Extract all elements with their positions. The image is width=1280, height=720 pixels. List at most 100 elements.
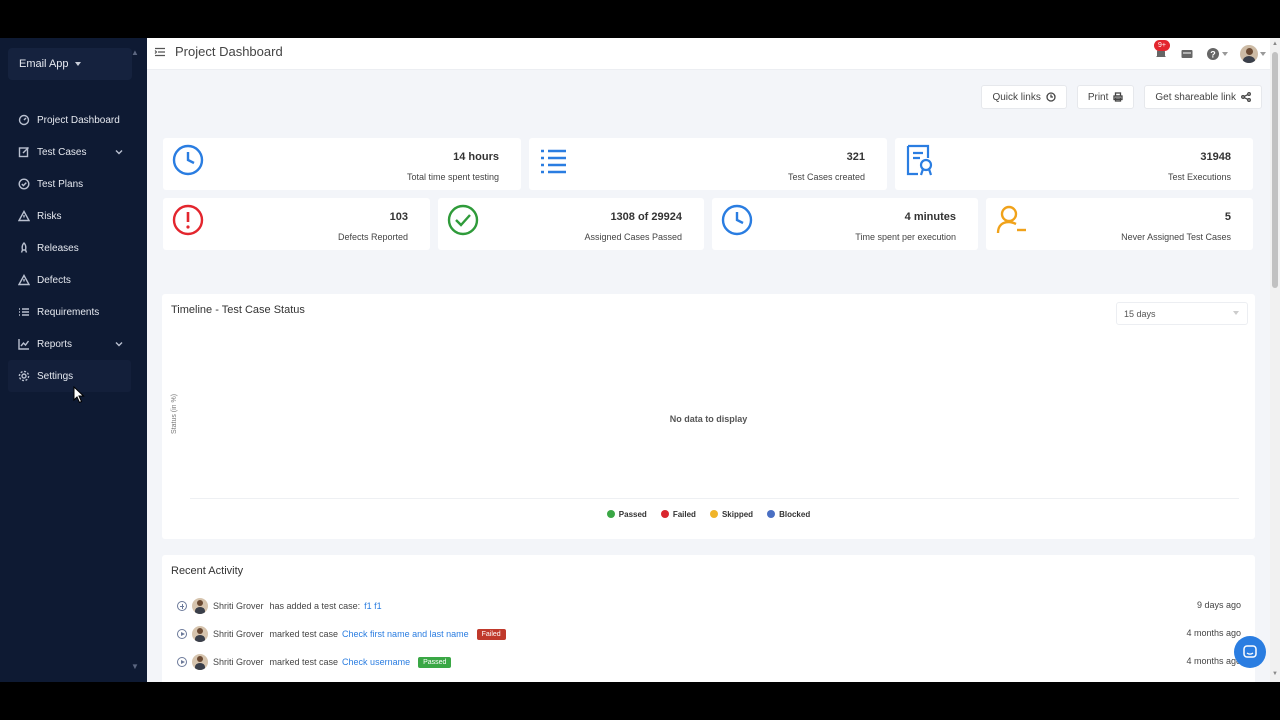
warning-icon [18, 210, 30, 222]
sidebar-item-test-cases[interactable]: Test Cases [0, 136, 147, 168]
chevron-down-icon [1233, 311, 1239, 315]
rocket-icon [20, 242, 28, 253]
share-link-label: Get shareable link [1155, 91, 1236, 103]
range-select[interactable]: 15 days [1116, 302, 1248, 325]
legend-label: Failed [672, 510, 696, 519]
sidebar-item-requirements[interactable]: Requirements [0, 296, 147, 328]
stat-card-executions: 31948 Test Executions [895, 138, 1253, 190]
stat-label: Defects Reported [337, 232, 408, 242]
stat-value: 103 [389, 211, 408, 223]
legend-item-skipped[interactable]: Skipped [709, 510, 754, 519]
stat-value: 5 [1224, 211, 1231, 223]
legend-label: Blocked [779, 510, 811, 519]
activity-link[interactable]: Check username [342, 657, 410, 667]
list-icon [541, 149, 566, 174]
clock-icon [1046, 92, 1056, 102]
avatar [192, 626, 208, 642]
legend-label: Passed [618, 510, 647, 519]
page-title: Project Dashboard [175, 44, 283, 59]
activity-action: has added a test case: [269, 601, 361, 611]
sidebar-item-risks[interactable]: Risks [0, 200, 147, 232]
share-icon [1241, 92, 1251, 102]
project-selector[interactable]: Email App [8, 48, 132, 80]
chat-button[interactable] [1234, 636, 1266, 668]
status-badge: Failed [476, 628, 506, 640]
activity-link[interactable]: Check first name and last name [342, 629, 469, 639]
play-icon [177, 629, 187, 639]
chevron-down-icon [115, 150, 123, 155]
status-badge: Passed [418, 656, 452, 668]
print-label: Print [1087, 91, 1109, 103]
list-item: Shriti Grover has added a test case: f1 … [177, 597, 390, 615]
legend-dot [660, 510, 669, 518]
timeline-title: Timeline - Test Case Status [171, 304, 305, 316]
sidebar-item-releases[interactable]: Releases [0, 232, 147, 264]
legend-label: Skipped [721, 510, 754, 519]
activity-user: Shriti Grover [213, 629, 264, 639]
sidebar-scroll-up-icon[interactable]: ▲ [131, 48, 139, 57]
play-icon [177, 657, 187, 667]
notification-badge: 9+ [1154, 39, 1170, 51]
sidebar-item-label: Defects [37, 274, 71, 286]
scroll-up-icon[interactable]: ▲ [1272, 41, 1278, 47]
user-menu[interactable] [1240, 45, 1266, 63]
clock-icon [721, 204, 753, 236]
caret-down-icon [74, 62, 81, 67]
stat-label: Test Executions [1167, 172, 1231, 182]
quick-links-label: Quick links [992, 91, 1041, 103]
printer-icon [1113, 92, 1124, 102]
legend-item-failed[interactable]: Failed [660, 510, 696, 519]
stat-value: 14 hours [453, 151, 499, 163]
certificate-icon [906, 144, 933, 176]
sidebar-item-test-plans[interactable]: Test Plans [0, 168, 147, 200]
legend-dot [606, 510, 615, 518]
activity-action: marked test case [269, 657, 339, 667]
share-link-button[interactable]: Get shareable link [1144, 85, 1262, 109]
recent-activity-title: Recent Activity [171, 565, 244, 577]
chevron-down-icon [115, 342, 123, 347]
recent-activity-panel: Recent Activity Shriti Grover has added … [162, 555, 1255, 682]
gear-icon [18, 370, 30, 382]
activity-user: Shriti Grover [213, 601, 264, 611]
help-menu[interactable]: ? [1206, 47, 1228, 61]
legend-dot [709, 510, 718, 518]
page-scrollbar[interactable]: ▲ ▼ [1270, 38, 1280, 682]
stat-label: Test Cases created [787, 172, 865, 182]
stat-value: 4 minutes [904, 211, 956, 223]
menu-toggle-icon[interactable] [154, 46, 166, 58]
legend-item-blocked[interactable]: Blocked [767, 510, 810, 519]
range-select-value: 15 days [1124, 309, 1156, 319]
print-button[interactable]: Print [1076, 85, 1135, 109]
avatar [192, 654, 208, 670]
sidebar-item-defects[interactable]: Defects [0, 264, 147, 296]
sidebar-item-label: Risks [37, 210, 62, 222]
project-name: Email App [19, 58, 69, 70]
inbox-icon[interactable] [1180, 47, 1194, 61]
quick-links-button[interactable]: Quick links [981, 85, 1067, 109]
sidebar-item-label: Requirements [37, 306, 100, 318]
caret-down-icon [1222, 52, 1228, 56]
caret-down-icon [1260, 52, 1266, 56]
stat-card-assigned-passed: 1308 of 29924 Assigned Cases Passed [438, 198, 704, 250]
sidebar-scroll-down-icon[interactable]: ▼ [131, 662, 139, 671]
sidebar-item-label: Settings [37, 370, 74, 382]
stat-value: 1308 of 29924 [610, 211, 682, 223]
avatar [1240, 45, 1258, 63]
stat-card-time-spent: 14 hours Total time spent testing [163, 138, 521, 190]
sidebar-item-project-dashboard[interactable]: Project Dashboard [0, 104, 147, 136]
scrollbar-thumb[interactable] [1272, 52, 1278, 288]
legend-item-passed[interactable]: Passed [606, 510, 647, 519]
timeline-empty-message: No data to display [669, 414, 748, 424]
help-icon: ? [1207, 48, 1219, 60]
notifications-button[interactable]: 9+ [1154, 39, 1170, 63]
activity-link[interactable]: f1 f1 [364, 601, 382, 611]
list-item: Shriti Grover marked test case Check fir… [177, 625, 506, 643]
sidebar-item-label: Releases [37, 242, 79, 254]
stat-card-test-cases: 321 Test Cases created [529, 138, 887, 190]
scroll-down-icon[interactable]: ▼ [1272, 671, 1278, 677]
stat-label: Assigned Cases Passed [584, 232, 682, 242]
stat-value: 31948 [1200, 151, 1231, 163]
sidebar-item-reports[interactable]: Reports [0, 328, 147, 360]
timeline-x-axis [190, 498, 1239, 499]
sidebar-item-settings[interactable]: Settings [8, 360, 131, 392]
